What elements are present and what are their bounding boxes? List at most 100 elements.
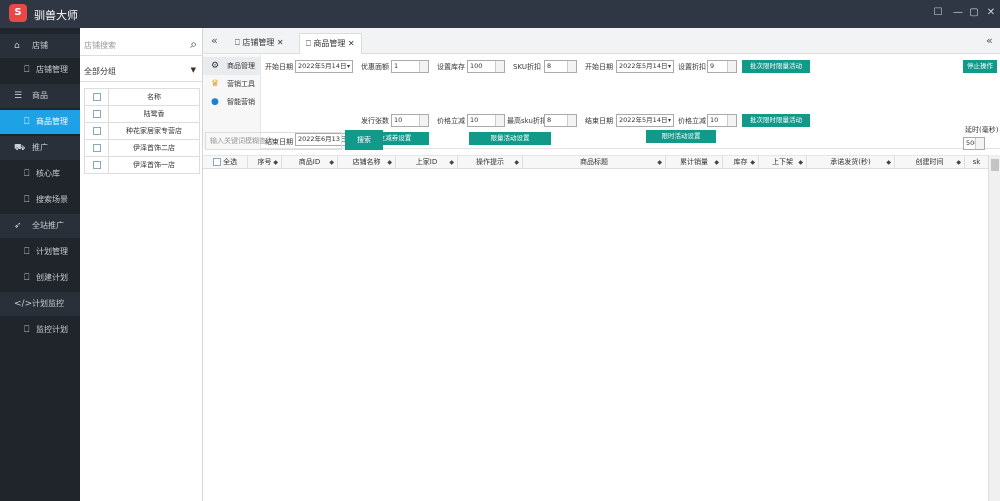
- limited-activity-button[interactable]: 限量活动设置: [469, 132, 551, 145]
- col-label: 承诺发货(秒): [830, 158, 871, 166]
- bookmark-icon: ⎕: [24, 273, 30, 283]
- sort-icon: ◆: [449, 159, 454, 166]
- search-button[interactable]: 搜索: [345, 130, 383, 150]
- col-goods-title[interactable]: 商品标题 ◆: [523, 156, 666, 169]
- sidebar-item-label: 监控计划: [36, 325, 68, 334]
- sidebar-item-search-scene[interactable]: ⎕ 搜索场景: [0, 188, 80, 212]
- col-goods-id[interactable]: 商品ID ◆: [282, 156, 338, 169]
- minimize-icon[interactable]: —: [950, 5, 966, 21]
- tool-menu-smart[interactable]: ● 智能营销: [203, 93, 261, 111]
- sku-discount-stepper[interactable]: 8: [544, 60, 577, 73]
- tool-menu-marketing[interactable]: ♛ 营销工具: [203, 75, 261, 93]
- shop-name: 伊泽首饰一店: [108, 156, 200, 174]
- right-price-cut-stepper[interactable]: 10: [707, 114, 737, 127]
- shop-group-select[interactable]: 全部分组 ▼: [80, 60, 202, 82]
- col-sku[interactable]: sk: [965, 156, 988, 169]
- sidebar-item-core-library[interactable]: ⎕ 核心库: [0, 162, 80, 186]
- batch-activity-button-1[interactable]: 批次限时限量活动: [742, 60, 810, 73]
- close-icon[interactable]: ✕: [274, 38, 284, 47]
- pin-icon[interactable]: ☐: [930, 5, 946, 21]
- sidebar-item-label: 计划管理: [36, 247, 68, 256]
- sidebar-item-label: 核心库: [36, 169, 60, 178]
- row-checkbox[interactable]: [92, 110, 101, 118]
- stop-operation-button[interactable]: 停止操作: [963, 60, 997, 73]
- stock-stepper[interactable]: 100: [467, 60, 505, 73]
- batch-activity-button-2[interactable]: 批次限时限量活动: [742, 114, 810, 127]
- sidebar-item-label: 商品: [32, 91, 48, 100]
- globe-icon: ●: [211, 97, 219, 107]
- sidebar-group-shop[interactable]: ⌂ 店铺: [0, 34, 80, 58]
- select-all-checkbox[interactable]: [92, 93, 101, 101]
- sidebar-item-label: 计划监控: [32, 299, 64, 308]
- col-total-sales[interactable]: 累计销量 ◆: [666, 156, 723, 169]
- price-cut-stepper[interactable]: 10: [467, 114, 505, 127]
- shop-search-input[interactable]: 店铺搜索 ⌕: [80, 34, 202, 56]
- max-sku-stepper[interactable]: 8: [544, 114, 577, 127]
- issue-stepper[interactable]: 10: [391, 114, 429, 127]
- delay-stepper[interactable]: 500: [963, 137, 985, 150]
- stock-label: 设置库存: [437, 63, 465, 71]
- col-op-tip[interactable]: 操作提示 ◆: [458, 156, 523, 169]
- col-select-all[interactable]: 全选: [203, 156, 248, 169]
- list-icon: ☰: [14, 91, 23, 101]
- sku-discount-label: SKU折扣: [513, 63, 541, 71]
- tab-bar: « ⎕ 店铺管理 ✕ ⎕ 商品管理 ✕ «: [203, 28, 1000, 54]
- col-listing[interactable]: 上下架 ◆: [759, 156, 807, 169]
- select-all-checkbox[interactable]: [212, 158, 221, 166]
- collapse-right-icon[interactable]: «: [986, 34, 993, 47]
- timed-activity-button[interactable]: 限时活动设置: [646, 130, 716, 143]
- sidebar-item-create-plan[interactable]: ⎕ 创建计划: [0, 266, 80, 290]
- sidebar-group-promotion[interactable]: ⛟ 推广: [0, 136, 80, 160]
- table-row[interactable]: 伊泽首饰二店: [84, 139, 200, 157]
- coupon-stepper[interactable]: 1: [391, 60, 429, 73]
- right-end-date-picker[interactable]: 2022年5月14日: [616, 114, 674, 127]
- sidebar: ⌂ 店铺 ⎕ 店铺管理 ☰ 商品 ⎕ 商品管理 ⛟ 推广 ⎕ 核心库 ⎕ 搜索场景 ➶ 全站推广…: [0, 28, 80, 501]
- price-cut-label: 价格立减: [437, 117, 465, 125]
- vertical-scrollbar[interactable]: [988, 155, 1000, 501]
- discount-stepper[interactable]: 9: [707, 60, 737, 73]
- scrollbar-thumb[interactable]: [991, 159, 999, 171]
- col-label: 商品标题: [580, 158, 608, 166]
- title-bar: S 驯兽大师 ☐ — ▢ ✕: [0, 0, 1000, 28]
- shop-name: 伊泽首饰二店: [108, 139, 200, 157]
- col-shop-name[interactable]: 店铺名称 ◆: [338, 156, 396, 169]
- bookmark-icon: ⎕: [24, 169, 30, 179]
- col-create-time[interactable]: 创建时间 ◆: [895, 156, 965, 169]
- row-checkbox[interactable]: [92, 144, 101, 152]
- table-row[interactable]: 陆鹭香: [84, 105, 200, 123]
- col-seller-id[interactable]: 上家ID ◆: [396, 156, 458, 169]
- right-start-date-picker[interactable]: 2022年5月14日: [616, 60, 674, 73]
- collapse-left-icon[interactable]: «: [211, 34, 218, 47]
- shop-name-header: 名称: [108, 88, 200, 106]
- sidebar-item-label: 推广: [32, 143, 48, 152]
- tab-goods-manage[interactable]: ⎕ 商品管理 ✕: [299, 33, 362, 54]
- table-row[interactable]: 伊泽首饰一店: [84, 156, 200, 174]
- col-ship-promise[interactable]: 承诺发货(秒) ◆: [807, 156, 895, 169]
- table-row[interactable]: 种花家居家专营店: [84, 122, 200, 140]
- close-icon[interactable]: ✕: [983, 5, 999, 21]
- sidebar-item-monitor-plan[interactable]: ⎕ 监控计划: [0, 318, 80, 342]
- row-checkbox[interactable]: [92, 127, 101, 135]
- sidebar-group-goods[interactable]: ☰ 商品: [0, 84, 80, 108]
- col-stock[interactable]: 库存 ◆: [723, 156, 759, 169]
- start-date-picker[interactable]: 2022年5月14日: [295, 60, 353, 73]
- sidebar-item-goods-manage[interactable]: ⎕ 商品管理: [0, 110, 80, 134]
- tab-shop-manage[interactable]: ⎕ 店铺管理 ✕: [229, 33, 290, 54]
- delay-label: 延时(毫秒): [965, 126, 999, 134]
- bookmark-icon: ⎕: [24, 117, 30, 127]
- crown-icon: ♛: [211, 79, 220, 89]
- issue-label: 发行张数: [361, 117, 389, 125]
- keyword-search-input[interactable]: 输入关键词模糊查询: [205, 132, 342, 150]
- maximize-icon[interactable]: ▢: [966, 5, 982, 21]
- sidebar-group-plan-monitor[interactable]: </> 计划监控: [0, 292, 80, 316]
- sidebar-item-shop-manage[interactable]: ⎕ 店铺管理: [0, 58, 80, 82]
- close-icon[interactable]: ✕: [345, 39, 355, 48]
- sort-icon: ◆: [657, 159, 662, 166]
- col-index[interactable]: 序号 ◆: [248, 156, 282, 169]
- search-icon[interactable]: ⌕: [190, 37, 197, 52]
- sidebar-group-site-promotion[interactable]: ➶ 全站推广: [0, 214, 80, 238]
- discount-label: 设置折扣: [678, 63, 706, 71]
- row-checkbox[interactable]: [92, 161, 101, 169]
- sidebar-item-plan-manage[interactable]: ⎕ 计划管理: [0, 240, 80, 264]
- tool-menu-goods[interactable]: ⚙ 商品管理: [203, 57, 261, 75]
